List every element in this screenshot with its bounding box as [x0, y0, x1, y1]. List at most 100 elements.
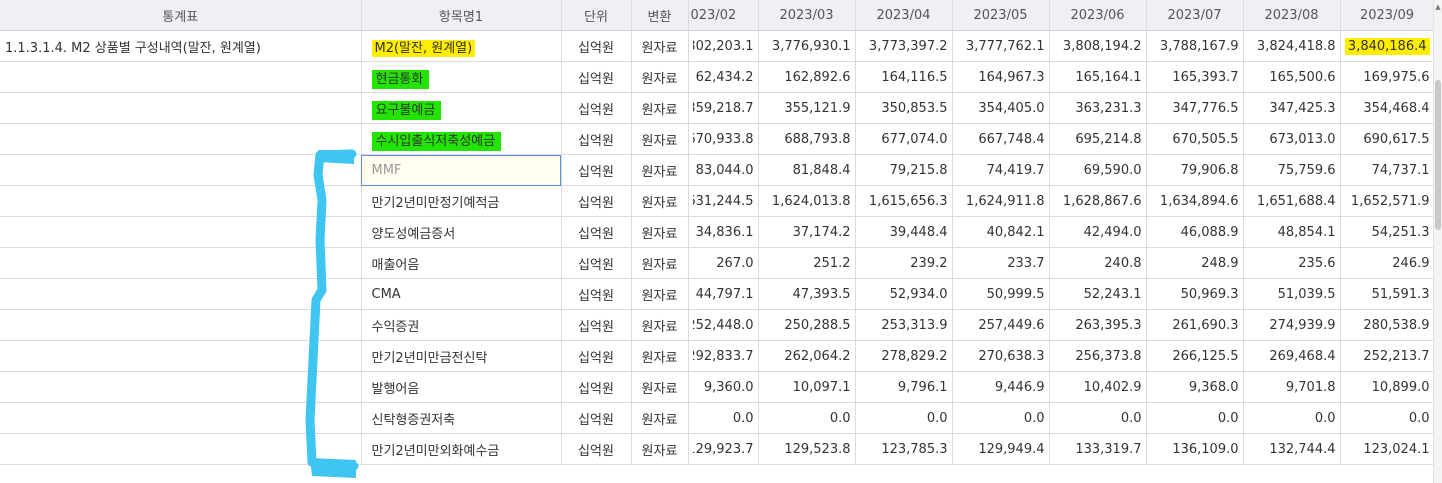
table-row[interactable]: 수시입출식저축성예금 십억원 원자료 670,933.8 688,793.8 677,07… — [0, 123, 1434, 155]
table-row[interactable]: 발행어음 십억원 원자료 9,360.0 10,097.1 9,796.1 9,446.9 1… — [0, 371, 1434, 403]
cell-value-2023-09[interactable]: 51,591.3 — [1340, 278, 1434, 310]
cell-value-2023-09[interactable]: 123,024.1 — [1340, 433, 1434, 465]
cell-value-2023-06[interactable]: 256,373.8 — [1049, 340, 1147, 372]
cell-unit[interactable]: 십억원 — [561, 154, 632, 186]
cell-value-2023-06[interactable]: 695,214.8 — [1049, 123, 1147, 155]
table-row[interactable]: 요구불예금 십억원 원자료 359,218.7 355,121.9 350,853.5 35… — [0, 92, 1434, 124]
cell-value-2023-03[interactable]: 47,393.5 — [758, 278, 856, 310]
cell-value-2023-02[interactable]: 129,923.7 — [688, 433, 759, 465]
cell-item-name[interactable]: 신탁형증권저축 — [361, 402, 562, 434]
cell-value-2023-09[interactable]: 280,538.9 — [1340, 309, 1434, 341]
cell-value-2023-06[interactable]: 52,243.1 — [1049, 278, 1147, 310]
cell-value-2023-08[interactable]: 165,500.6 — [1243, 61, 1341, 93]
cell-item-name[interactable]: 수시입출식저축성예금 — [361, 123, 562, 155]
cell-stat-table[interactable] — [0, 309, 362, 341]
cell-unit[interactable]: 십억원 — [561, 371, 632, 403]
cell-value-2023-08[interactable]: 347,425.3 — [1243, 92, 1341, 124]
cell-unit[interactable]: 십억원 — [561, 123, 632, 155]
header-2023-03[interactable]: 2023/03 — [758, 0, 856, 31]
table-row[interactable]: 매출어음 십억원 원자료 267.0 251.2 239.2 233.7 240.8 248.9… — [0, 247, 1434, 279]
cell-conversion[interactable]: 원자료 — [631, 154, 689, 186]
cell-item-name[interactable]: M2(말잔, 원계열) — [361, 30, 562, 62]
cell-value-2023-08[interactable]: 9,701.8 — [1243, 371, 1341, 403]
cell-value-2023-05[interactable]: 9,446.9 — [952, 371, 1050, 403]
cell-conversion[interactable]: 원자료 — [631, 123, 689, 155]
cell-value-2023-05[interactable]: 50,999.5 — [952, 278, 1050, 310]
cell-conversion[interactable]: 원자료 — [631, 216, 689, 248]
table-row[interactable]: 양도성예금증서 십억원 원자료 34,836.1 37,174.2 39,448.4 40,… — [0, 216, 1434, 248]
cell-value-2023-06[interactable]: 263,395.3 — [1049, 309, 1147, 341]
cell-unit[interactable]: 십억원 — [561, 433, 632, 465]
cell-value-2023-02[interactable]: 83,044.0 — [688, 154, 759, 186]
cell-value-2023-09[interactable]: 246.9 — [1340, 247, 1434, 279]
cell-value-2023-05[interactable]: 233.7 — [952, 247, 1050, 279]
cell-unit[interactable]: 십억원 — [561, 92, 632, 124]
cell-value-2023-02[interactable]: 44,797.1 — [688, 278, 759, 310]
cell-value-2023-06[interactable]: 165,164.1 — [1049, 61, 1147, 93]
cell-conversion[interactable]: 원자료 — [631, 433, 689, 465]
cell-value-2023-06[interactable]: 363,231.3 — [1049, 92, 1147, 124]
table-row[interactable]: 만기2년미만외화예수금 십억원 원자료 129,923.7 129,523.8 123,7… — [0, 433, 1434, 465]
cell-value-2023-07[interactable]: 261,690.3 — [1146, 309, 1244, 341]
cell-value-2023-09[interactable]: 54,251.3 — [1340, 216, 1434, 248]
cell-stat-table[interactable] — [0, 185, 362, 217]
cell-value-2023-03[interactable]: 10,097.1 — [758, 371, 856, 403]
cell-value-2023-03[interactable]: 250,288.5 — [758, 309, 856, 341]
cell-value-2023-09[interactable]: 252,213.7 — [1340, 340, 1434, 372]
cell-item-name[interactable]: 발행어음 — [361, 371, 562, 403]
header-2023-06[interactable]: 2023/06 — [1049, 0, 1147, 31]
cell-value-2023-05[interactable]: 1,624,911.8 — [952, 185, 1050, 217]
cell-stat-table[interactable] — [0, 278, 362, 310]
cell-value-2023-02[interactable]: 34,836.1 — [688, 216, 759, 248]
cell-value-2023-08[interactable]: 75,759.6 — [1243, 154, 1341, 186]
cell-unit[interactable]: 십억원 — [561, 309, 632, 341]
cell-value-2023-03[interactable]: 81,848.4 — [758, 154, 856, 186]
cell-value-2023-08[interactable]: 132,744.4 — [1243, 433, 1341, 465]
cell-value-2023-04[interactable]: 239.2 — [855, 247, 953, 279]
cell-value-2023-04[interactable]: 677,074.0 — [855, 123, 953, 155]
table-row[interactable]: 1.1.3.1.4. M2 상품별 구성내역(말잔, 원계열) M2(말잔, 원계… — [0, 30, 1434, 62]
cell-conversion[interactable]: 원자료 — [631, 30, 689, 62]
cell-conversion[interactable]: 원자료 — [631, 92, 689, 124]
cell-value-2023-02[interactable]: 0.0 — [688, 402, 759, 434]
cell-conversion[interactable]: 원자료 — [631, 61, 689, 93]
cell-value-2023-04[interactable]: 1,615,656.3 — [855, 185, 953, 217]
cell-value-2023-06[interactable]: 42,494.0 — [1049, 216, 1147, 248]
cell-unit[interactable]: 십억원 — [561, 340, 632, 372]
cell-value-2023-04[interactable]: 253,313.9 — [855, 309, 953, 341]
cell-value-2023-09[interactable]: 74,737.1 — [1340, 154, 1434, 186]
cell-value-2023-07[interactable]: 670,505.5 — [1146, 123, 1244, 155]
cell-value-2023-07[interactable]: 3,788,167.9 — [1146, 30, 1244, 62]
cell-value-2023-09[interactable]: 10,899.0 — [1340, 371, 1434, 403]
cell-value-2023-09[interactable]: 690,617.5 — [1340, 123, 1434, 155]
cell-value-2023-03[interactable]: 688,793.8 — [758, 123, 856, 155]
vertical-scrollbar[interactable]: ▲ — [1433, 0, 1442, 483]
cell-conversion[interactable]: 원자료 — [631, 340, 689, 372]
cell-unit[interactable]: 십억원 — [561, 216, 632, 248]
cell-value-2023-07[interactable]: 248.9 — [1146, 247, 1244, 279]
cell-stat-table[interactable] — [0, 402, 362, 434]
cell-value-2023-07[interactable]: 165,393.7 — [1146, 61, 1244, 93]
cell-item-name[interactable]: 만기2년미만정기예적금 — [361, 185, 562, 217]
cell-value-2023-04[interactable]: 350,853.5 — [855, 92, 953, 124]
cell-value-2023-07[interactable]: 266,125.5 — [1146, 340, 1244, 372]
cell-value-2023-06[interactable]: 10,402.9 — [1049, 371, 1147, 403]
cell-stat-table[interactable] — [0, 154, 362, 186]
cell-value-2023-08[interactable]: 235.6 — [1243, 247, 1341, 279]
cell-value-2023-02[interactable]: 670,933.8 — [688, 123, 759, 155]
cell-value-2023-07[interactable]: 46,088.9 — [1146, 216, 1244, 248]
header-2023-04[interactable]: 2023/04 — [855, 0, 953, 31]
cell-item-name[interactable]: 양도성예금증서 — [361, 216, 562, 248]
cell-conversion[interactable]: 원자료 — [631, 309, 689, 341]
cell-item-name[interactable]: MMF — [361, 154, 562, 186]
header-stat-table[interactable]: 통계표 — [0, 0, 362, 31]
cell-value-2023-06[interactable]: 69,590.0 — [1049, 154, 1147, 186]
cell-value-2023-04[interactable]: 278,829.2 — [855, 340, 953, 372]
cell-unit[interactable]: 십억원 — [561, 247, 632, 279]
cell-item-name[interactable]: 매출어음 — [361, 247, 562, 279]
scroll-up-arrow-icon[interactable]: ▲ — [1434, 2, 1442, 12]
table-row[interactable]: 신탁형증권저축 십억원 원자료 0.0 0.0 0.0 0.0 0.0 0.0 0.0 0.0 — [0, 402, 1434, 434]
cell-value-2023-06[interactable]: 3,808,194.2 — [1049, 30, 1147, 62]
cell-value-2023-08[interactable]: 269,468.4 — [1243, 340, 1341, 372]
cell-value-2023-07[interactable]: 50,969.3 — [1146, 278, 1244, 310]
